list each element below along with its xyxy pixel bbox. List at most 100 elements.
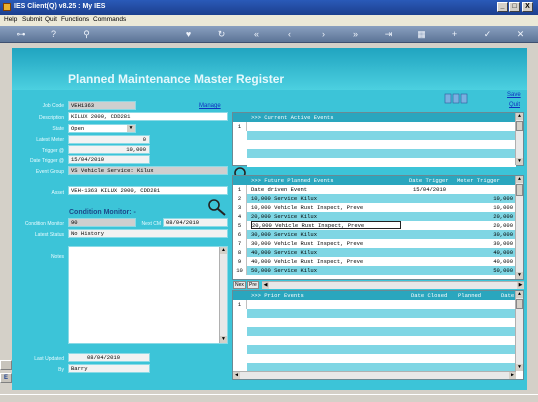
event-group-field[interactable]: VS Vehicle Service: Kilux: [68, 166, 228, 175]
next-page-button[interactable]: Nex: [233, 281, 246, 289]
menu-quit[interactable]: Quit: [45, 16, 57, 23]
save-link[interactable]: Save: [507, 92, 521, 98]
table-row[interactable]: 1: [233, 122, 516, 131]
end-icon[interactable]: ⇥: [383, 29, 394, 40]
menu-commands[interactable]: Commands: [93, 16, 126, 23]
job-code-field[interactable]: VEH1363: [68, 101, 136, 110]
notes-textarea[interactable]: ▲ ▼: [68, 246, 228, 344]
next-icon[interactable]: ›: [318, 29, 329, 40]
trigger-field[interactable]: 10,000: [68, 145, 150, 154]
scroll-left-icon[interactable]: ◀: [262, 282, 269, 289]
prior-events-title: >>> Prior Events: [251, 292, 304, 299]
latest-status-field[interactable]: No History: [68, 229, 228, 238]
rewind-icon[interactable]: «: [251, 29, 262, 40]
menu-submit[interactable]: Submit: [22, 16, 42, 23]
by-field[interactable]: Barry: [68, 364, 150, 373]
side-panel-button[interactable]: [0, 360, 12, 370]
fast-forward-icon[interactable]: »: [350, 29, 361, 40]
scroll-thumb[interactable]: [516, 184, 523, 196]
table-row[interactable]: [247, 336, 516, 345]
table-row[interactable]: 6 30,000 Service Kilux 30,000: [233, 230, 516, 239]
scroll-down-icon[interactable]: ▼: [516, 364, 523, 371]
table-row[interactable]: [247, 309, 516, 318]
table-row[interactable]: [247, 149, 516, 158]
meter-trigger-cell: 40,000: [493, 249, 513, 256]
condition-monitor-heading: Condition Monitor: -: [69, 209, 136, 216]
scroll-right-icon[interactable]: ▶: [509, 372, 516, 379]
table-row[interactable]: 8 40,000 Service Kilux 40,000: [233, 248, 516, 257]
maximize-button[interactable]: □: [509, 2, 520, 12]
trigger-label: Trigger @: [41, 148, 64, 154]
close-icon[interactable]: ✕: [515, 29, 526, 40]
close-window-button[interactable]: X: [522, 2, 533, 12]
table-row[interactable]: 9 40,000 Vehicle Rust Inspect, Preve 40,00…: [233, 257, 516, 266]
scroll-thumb[interactable]: [516, 299, 523, 309]
notes-scrollbar[interactable]: ▲ ▼: [219, 247, 227, 343]
scroll-up-icon[interactable]: ▲: [516, 176, 523, 183]
table-row[interactable]: 1 Date driven Event 15/04/2010: [233, 185, 516, 194]
scroll-up-icon[interactable]: ▲: [516, 291, 523, 298]
table-row[interactable]: 7 30,000 Vehicle Rust Inspect, Preve 30,00…: [233, 239, 516, 248]
scroll-left-icon[interactable]: ◀: [233, 372, 240, 379]
table-row[interactable]: 3 10,000 Vehicle Rust Inspect, Preve 10,00…: [233, 203, 516, 212]
prior-events-hscroll[interactable]: ◀ ▶: [233, 371, 516, 379]
scroll-thumb[interactable]: [516, 121, 523, 131]
tools-icon[interactable]: [444, 92, 470, 104]
table-row[interactable]: 4 20,000 Service Kilux 20,000: [233, 212, 516, 221]
asset-field[interactable]: VEH-1363 KILUX 2000, CDD281: [68, 186, 228, 195]
confirm-icon[interactable]: ✓: [482, 29, 493, 40]
future-events-scrollbar[interactable]: ▲ ▼: [515, 176, 523, 279]
date-trigger-cell: [413, 257, 461, 266]
scroll-up-icon[interactable]: ▲: [516, 113, 523, 120]
state-select[interactable]: Open ▼: [68, 124, 136, 133]
scroll-down-icon[interactable]: ▼: [516, 158, 523, 165]
current-events-scrollbar[interactable]: ▲ ▼: [515, 113, 523, 165]
title-bar: IES Client(Q) v8.25 : My IES _ □ X: [0, 0, 538, 15]
table-row[interactable]: 10 50,000 Service Kilux 50,000: [233, 266, 516, 275]
scroll-down-icon[interactable]: ▼: [516, 272, 523, 279]
next-cm-field[interactable]: 08/04/2010: [163, 218, 228, 227]
chevron-down-icon[interactable]: ▼: [127, 125, 135, 132]
manage-link[interactable]: Manage: [199, 103, 221, 109]
scroll-up-icon[interactable]: ▲: [220, 247, 227, 254]
event-cell: 30,000 Vehicle Rust Inspect, Preve: [251, 240, 364, 247]
table-row[interactable]: [247, 131, 516, 140]
minimize-button[interactable]: _: [497, 2, 508, 12]
refresh-icon[interactable]: ↻: [216, 29, 227, 40]
toolbar: ⊶ ? ⚲ ♥ ↻ « ‹ › » ⇥ ▦ + ✓ ✕: [0, 26, 538, 43]
table-row[interactable]: 2 10,000 Service Kilux 10,000: [233, 194, 516, 203]
quit-link[interactable]: Quit: [509, 102, 520, 108]
table-row[interactable]: [247, 354, 516, 363]
menu-functions[interactable]: Functions: [61, 16, 89, 23]
scroll-down-icon[interactable]: ▼: [220, 336, 227, 343]
table-row[interactable]: [247, 345, 516, 354]
latest-meter-field[interactable]: 0: [68, 135, 150, 144]
add-icon[interactable]: +: [449, 29, 460, 40]
meter-trigger-cell: [465, 185, 513, 194]
condition-monitor-label: Condition Monitor: [24, 221, 64, 227]
asset-lookup-icon[interactable]: [207, 198, 226, 216]
help-icon[interactable]: ?: [48, 29, 59, 40]
side-e-button[interactable]: E: [0, 373, 12, 383]
table-row[interactable]: [247, 327, 516, 336]
prior-events-scrollbar[interactable]: ▲ ▼: [515, 291, 523, 371]
date-trigger-field[interactable]: 15/04/2010: [68, 155, 150, 164]
menu-help[interactable]: Help: [4, 16, 17, 23]
table-row[interactable]: [247, 140, 516, 149]
table-row[interactable]: [247, 158, 516, 167]
table-row[interactable]: 1: [233, 300, 516, 309]
heart-icon[interactable]: ♥: [183, 29, 194, 40]
previous-icon[interactable]: ‹: [284, 29, 295, 40]
description-field[interactable]: KILUX 2000, CDD281: [68, 112, 228, 121]
grid-icon[interactable]: ▦: [416, 29, 427, 40]
key-icon[interactable]: ⊶: [12, 29, 30, 40]
previous-page-button[interactable]: Pre: [247, 281, 259, 289]
row-number: 8: [233, 248, 247, 257]
scroll-right-icon[interactable]: ▶: [517, 282, 524, 289]
current-events-title: >>> Current Active Events: [251, 114, 334, 121]
search-icon[interactable]: ⚲: [81, 29, 92, 40]
table-row[interactable]: [247, 318, 516, 327]
table-row[interactable]: 5 20,000 Vehicle Rust Inspect, Preve 20,00…: [233, 221, 516, 230]
last-updated-field[interactable]: 08/04/2010: [68, 353, 150, 362]
future-events-hscroll[interactable]: ◀ ▶: [262, 281, 524, 289]
